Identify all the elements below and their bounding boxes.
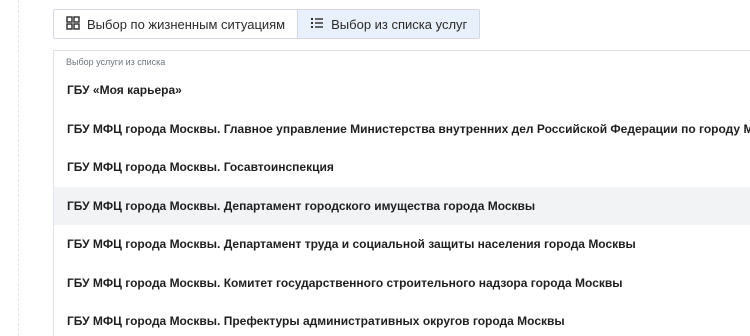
- list-icon: [310, 16, 331, 33]
- situations-toggle-label: Выбор по жизненным ситуациям: [87, 16, 286, 32]
- services-list-toggle-label: Выбор из списка услуг: [331, 16, 468, 32]
- service-select-caption: Выбор услуги из списка: [66, 57, 166, 67]
- service-list-item[interactable]: ГБУ МФЦ города Москвы. Комитет государст…: [54, 264, 750, 303]
- left-divider: [18, 0, 19, 336]
- service-list-item[interactable]: ГБУ МФЦ города Москвы. Госавтоинспекция: [54, 148, 750, 187]
- service-list-item[interactable]: ГБУ «Моя карьера»: [54, 71, 750, 110]
- services-list-toggle-button[interactable]: Выбор из списка услуг: [297, 10, 480, 38]
- grid-icon: [66, 15, 87, 33]
- view-switcher: Выбор по жизненным ситуациям Выбор из сп…: [53, 9, 481, 39]
- situations-toggle-button[interactable]: Выбор по жизненным ситуациям: [54, 10, 297, 38]
- service-list-item[interactable]: ГБУ МФЦ города Москвы. Главное управлени…: [54, 110, 750, 149]
- service-list: ГБУ «Моя карьера» ГБУ МФЦ города Москвы. …: [54, 71, 750, 336]
- service-list-item[interactable]: ГБУ МФЦ города Москвы. Департамент труда…: [54, 225, 750, 264]
- page: Выбор по жизненным ситуациям Выбор из сп…: [0, 0, 750, 336]
- service-list-item[interactable]: ГБУ МФЦ города Москвы. Префектуры админи…: [54, 302, 750, 336]
- service-select-panel: Выбор услуги из списка ГБУ «Моя карьера»…: [53, 50, 750, 336]
- service-list-item[interactable]: ГБУ МФЦ города Москвы. Департамент город…: [54, 186, 750, 225]
